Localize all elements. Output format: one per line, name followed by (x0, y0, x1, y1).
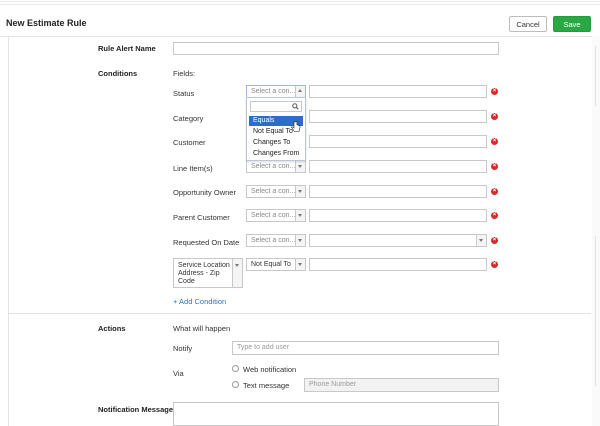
chevron-down-icon (232, 259, 242, 287)
condition-operator-select[interactable]: Select a con... (246, 185, 306, 198)
condition-date-select[interactable] (309, 234, 487, 247)
phone-number-input[interactable]: Phone Number (304, 378, 499, 392)
remove-condition-icon[interactable]: × (491, 113, 498, 120)
remove-condition-icon[interactable]: × (491, 237, 498, 244)
fields-label: Fields: (173, 69, 196, 78)
remove-condition-icon[interactable]: × (491, 163, 498, 170)
web-notification-radio[interactable] (232, 365, 239, 372)
condition-field-label: Requested On Date (173, 238, 240, 247)
chevron-down-icon (476, 235, 486, 246)
condition-field-label: Parent Customer (173, 213, 230, 222)
cancel-button[interactable]: Cancel (509, 16, 547, 32)
condition-value-input[interactable] (309, 209, 487, 222)
condition-field-label: Opportunity Owner (173, 188, 236, 197)
text-message-radio[interactable] (232, 381, 239, 388)
chevron-down-icon (295, 186, 305, 197)
notify-user-input[interactable]: Type to add user (232, 341, 499, 355)
chevron-up-icon (295, 86, 305, 97)
top-tabs-strip (0, 0, 600, 6)
condition-value-input[interactable] (309, 185, 487, 198)
via-label: Via (173, 369, 184, 378)
remove-condition-icon[interactable]: × (491, 261, 498, 268)
condition-value-input[interactable] (309, 160, 487, 173)
chevron-down-icon (295, 259, 305, 270)
condition-value-input[interactable] (309, 110, 487, 123)
notification-message-label: Notification Message (98, 405, 174, 414)
rule-alert-name-input[interactable] (173, 42, 499, 55)
chevron-down-icon (295, 235, 305, 246)
conditions-label: Conditions (98, 69, 138, 78)
condition-field-label: Line Item(s) (173, 164, 213, 173)
what-will-happen-label: What will happen (173, 324, 231, 333)
rule-alert-name-label: Rule Alert Name (98, 44, 156, 53)
chevron-down-icon (295, 210, 305, 221)
notify-label: Notify (173, 344, 193, 353)
condition-value-input[interactable] (309, 135, 487, 148)
actions-label: Actions (98, 324, 126, 333)
condition-field-label: Category (173, 114, 204, 123)
search-icon (292, 103, 299, 110)
save-button[interactable]: Save (553, 16, 591, 32)
remove-condition-icon[interactable]: × (491, 88, 498, 95)
section-divider (8, 313, 591, 314)
chevron-down-icon (295, 161, 305, 172)
notification-message-textarea[interactable] (173, 402, 499, 426)
condition-operator-select[interactable]: Select a con... (246, 160, 306, 173)
condition-value-input[interactable] (309, 258, 487, 271)
dropdown-option-changes-to[interactable]: Changes To (249, 138, 303, 148)
page-title: New Estimate Rule (6, 18, 87, 28)
scrollbar-track[interactable] (592, 36, 600, 426)
remove-condition-icon[interactable]: × (491, 212, 498, 219)
text-message-label: Text message (243, 381, 290, 390)
condition-field-label: Status (173, 89, 195, 98)
dropdown-option-changes-from[interactable]: Changes From (249, 149, 303, 159)
condition-field-label: Customer (173, 138, 206, 147)
remove-condition-icon[interactable]: × (491, 138, 498, 145)
dropdown-search-input[interactable] (250, 101, 302, 112)
condition-field-select[interactable]: Service Location Address - Zip Code (173, 258, 243, 288)
condition-operator-select[interactable]: Select a con... (246, 234, 306, 247)
add-condition-link[interactable]: + Add Condition (173, 297, 226, 306)
condition-value-input[interactable] (309, 85, 487, 98)
condition-operator-select[interactable]: Select a con... (246, 209, 306, 222)
remove-condition-icon[interactable]: × (491, 188, 498, 195)
web-notification-label: Web notification (243, 365, 297, 374)
hand-cursor-icon (291, 121, 301, 132)
condition-operator-select[interactable]: Not Equal To (246, 258, 306, 271)
